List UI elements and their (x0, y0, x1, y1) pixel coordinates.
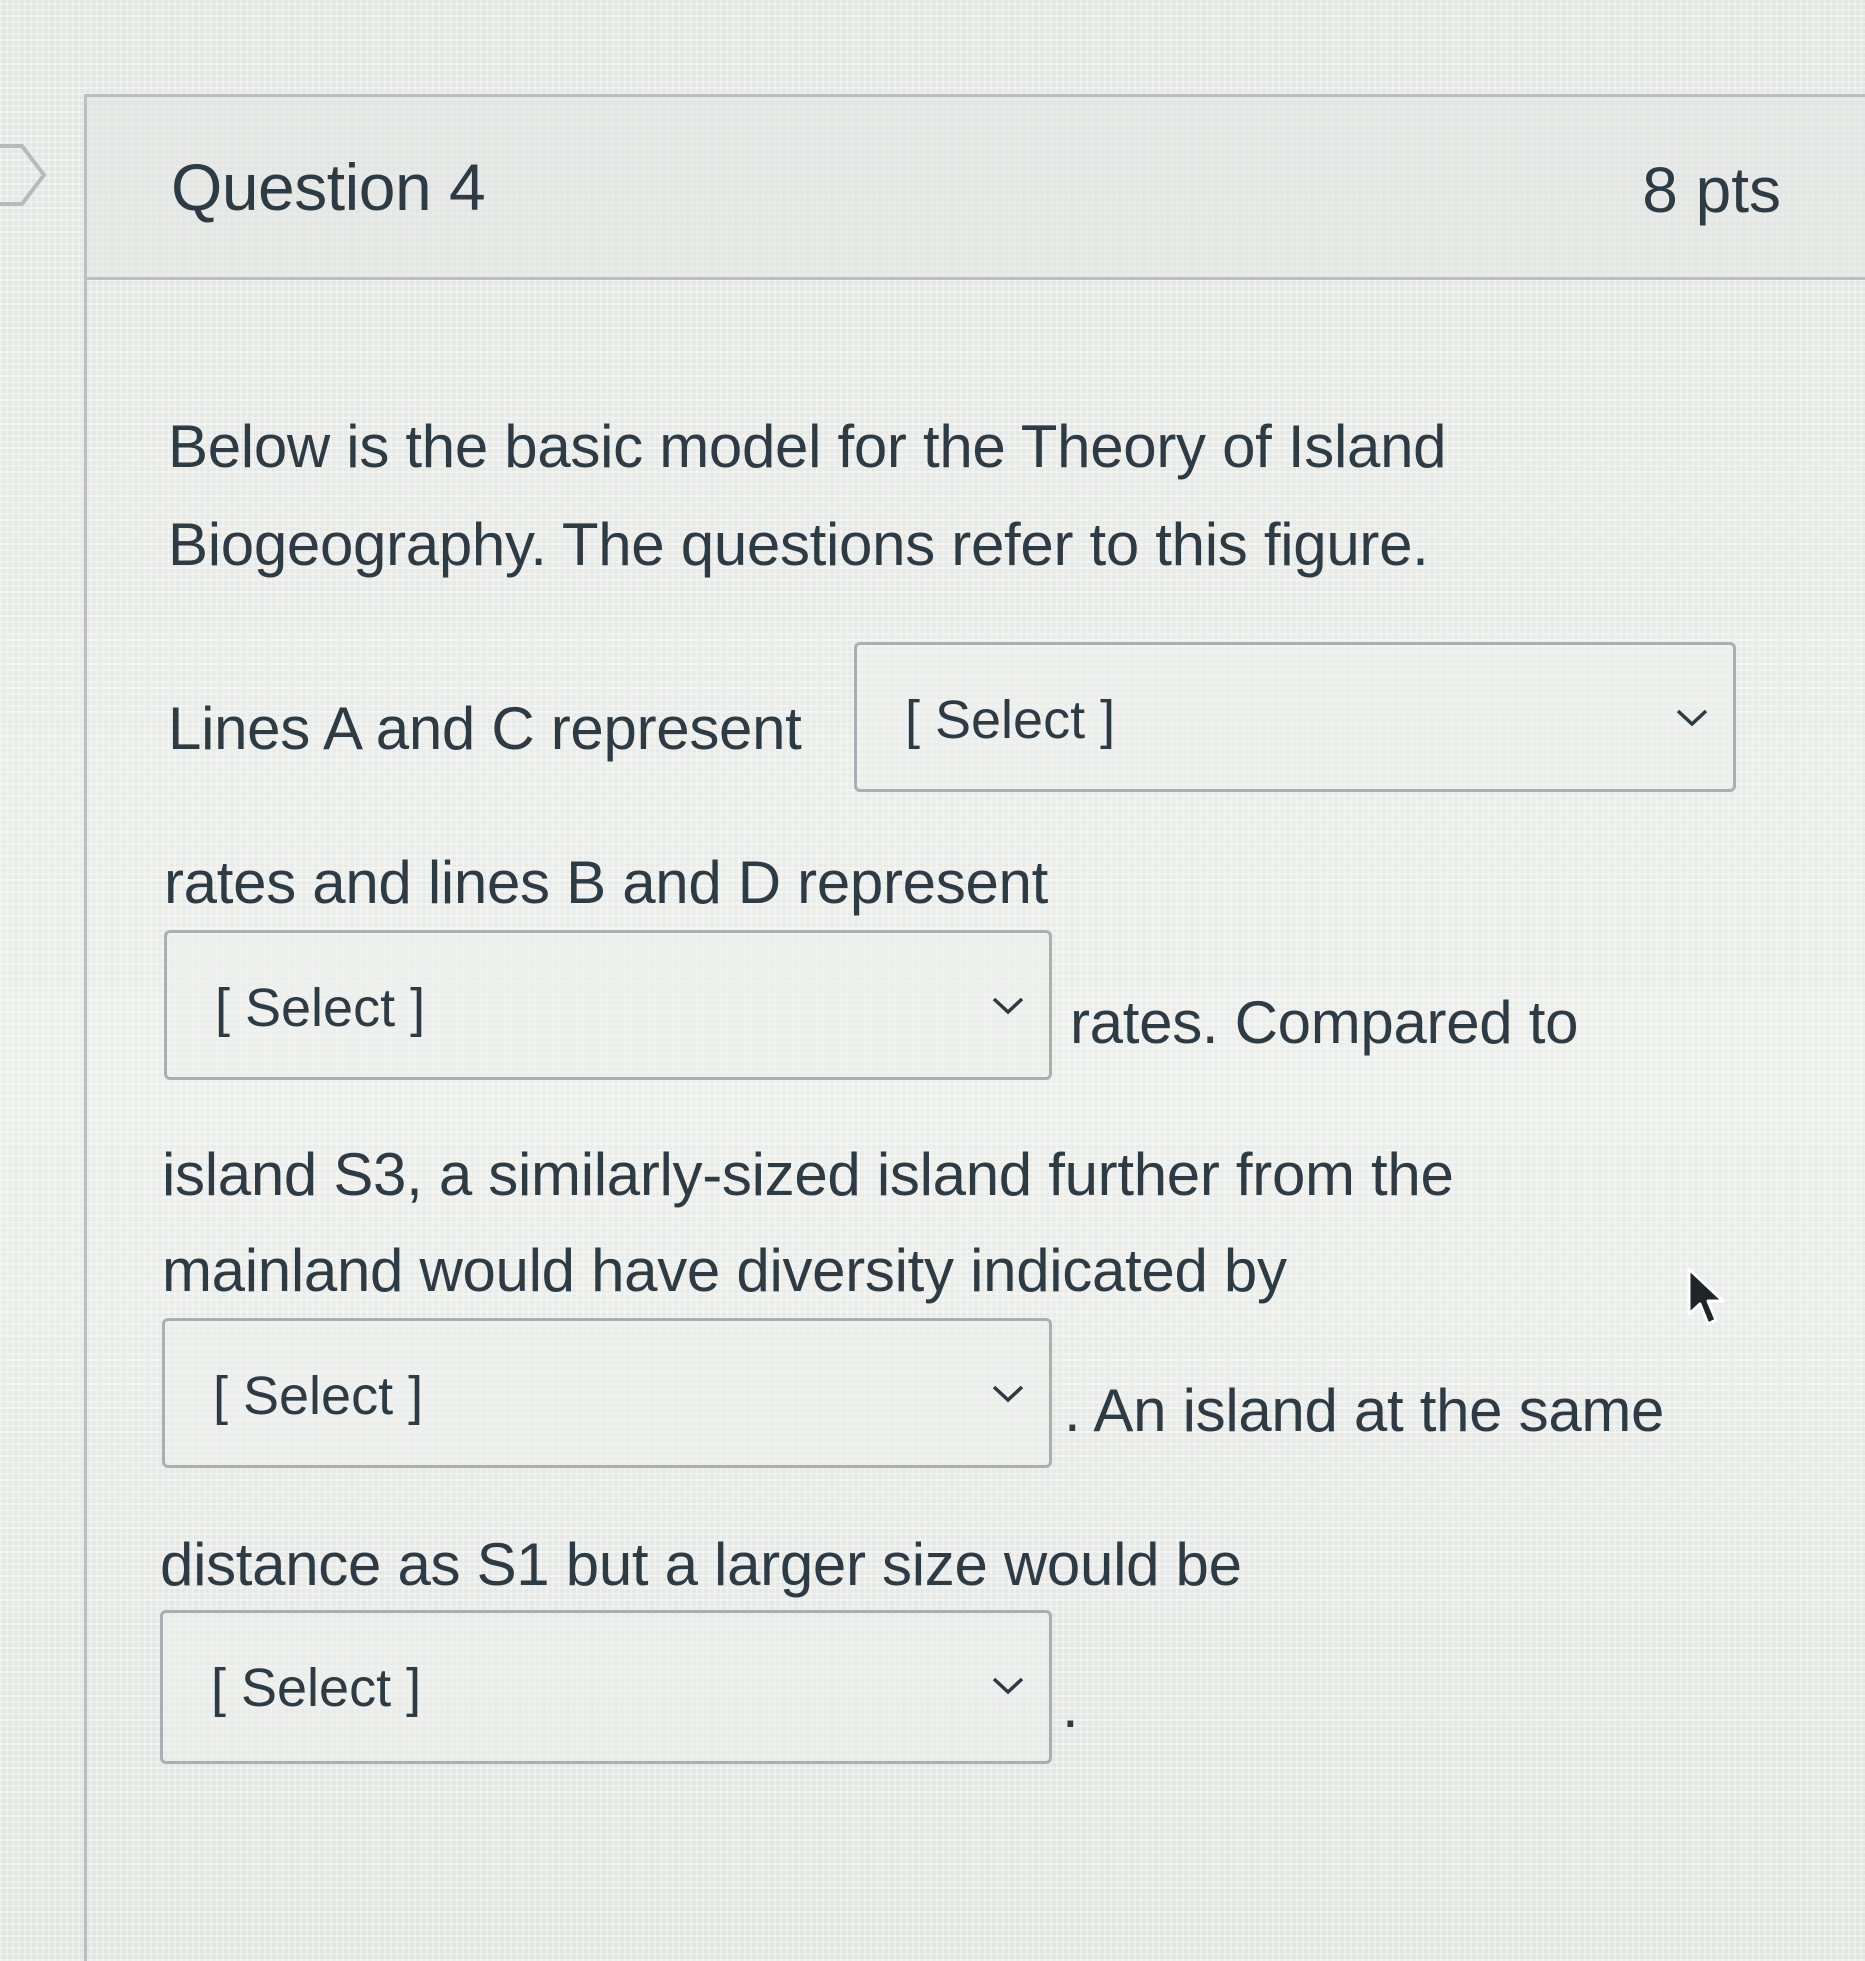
chevron-down-icon (1676, 709, 1708, 727)
question-points: 8 pts (1642, 154, 1781, 226)
dropdown-4-value: [ Select ] (211, 1658, 422, 1718)
chevron-down-icon (992, 1677, 1024, 1695)
chevron-down-icon (992, 997, 1024, 1015)
answer-dropdown-2[interactable]: [ Select ] (164, 930, 1052, 1080)
question-text-line-1: Below is the basic model for the Theory … (168, 413, 1447, 480)
question-text-line-7: mainland would have diversity indicated … (162, 1237, 1287, 1304)
collapse-arrow-icon[interactable] (0, 140, 50, 210)
question-title: Question 4 (171, 150, 486, 224)
question-text-line-2: Biogeography. The questions refer to thi… (168, 511, 1429, 578)
question-text-line-9: distance as S1 but a larger size would b… (160, 1531, 1242, 1598)
mouse-pointer-icon (1687, 1267, 1725, 1326)
question-text-line-4: rates and lines B and D represent (164, 849, 1048, 916)
question-text-line-5: rates. Compared to (1070, 989, 1579, 1056)
chevron-down-icon (992, 1385, 1024, 1403)
question-text-line-6: island S3, a similarly-sized island furt… (162, 1141, 1454, 1208)
question-header: Question 4 8 pts (87, 97, 1865, 280)
answer-dropdown-3[interactable]: [ Select ] (162, 1318, 1052, 1468)
question-text-line-3: Lines A and C represent (168, 695, 802, 762)
answer-dropdown-1[interactable]: [ Select ] (854, 642, 1736, 792)
dropdown-1-value: [ Select ] (905, 690, 1116, 750)
dropdown-2-value: [ Select ] (215, 978, 426, 1038)
question-text-line-8: . An island at the same (1064, 1377, 1665, 1444)
answer-dropdown-4[interactable]: [ Select ] (160, 1610, 1052, 1764)
dropdown-3-value: [ Select ] (213, 1366, 424, 1426)
question-text-line-10: . (1062, 1673, 1079, 1740)
